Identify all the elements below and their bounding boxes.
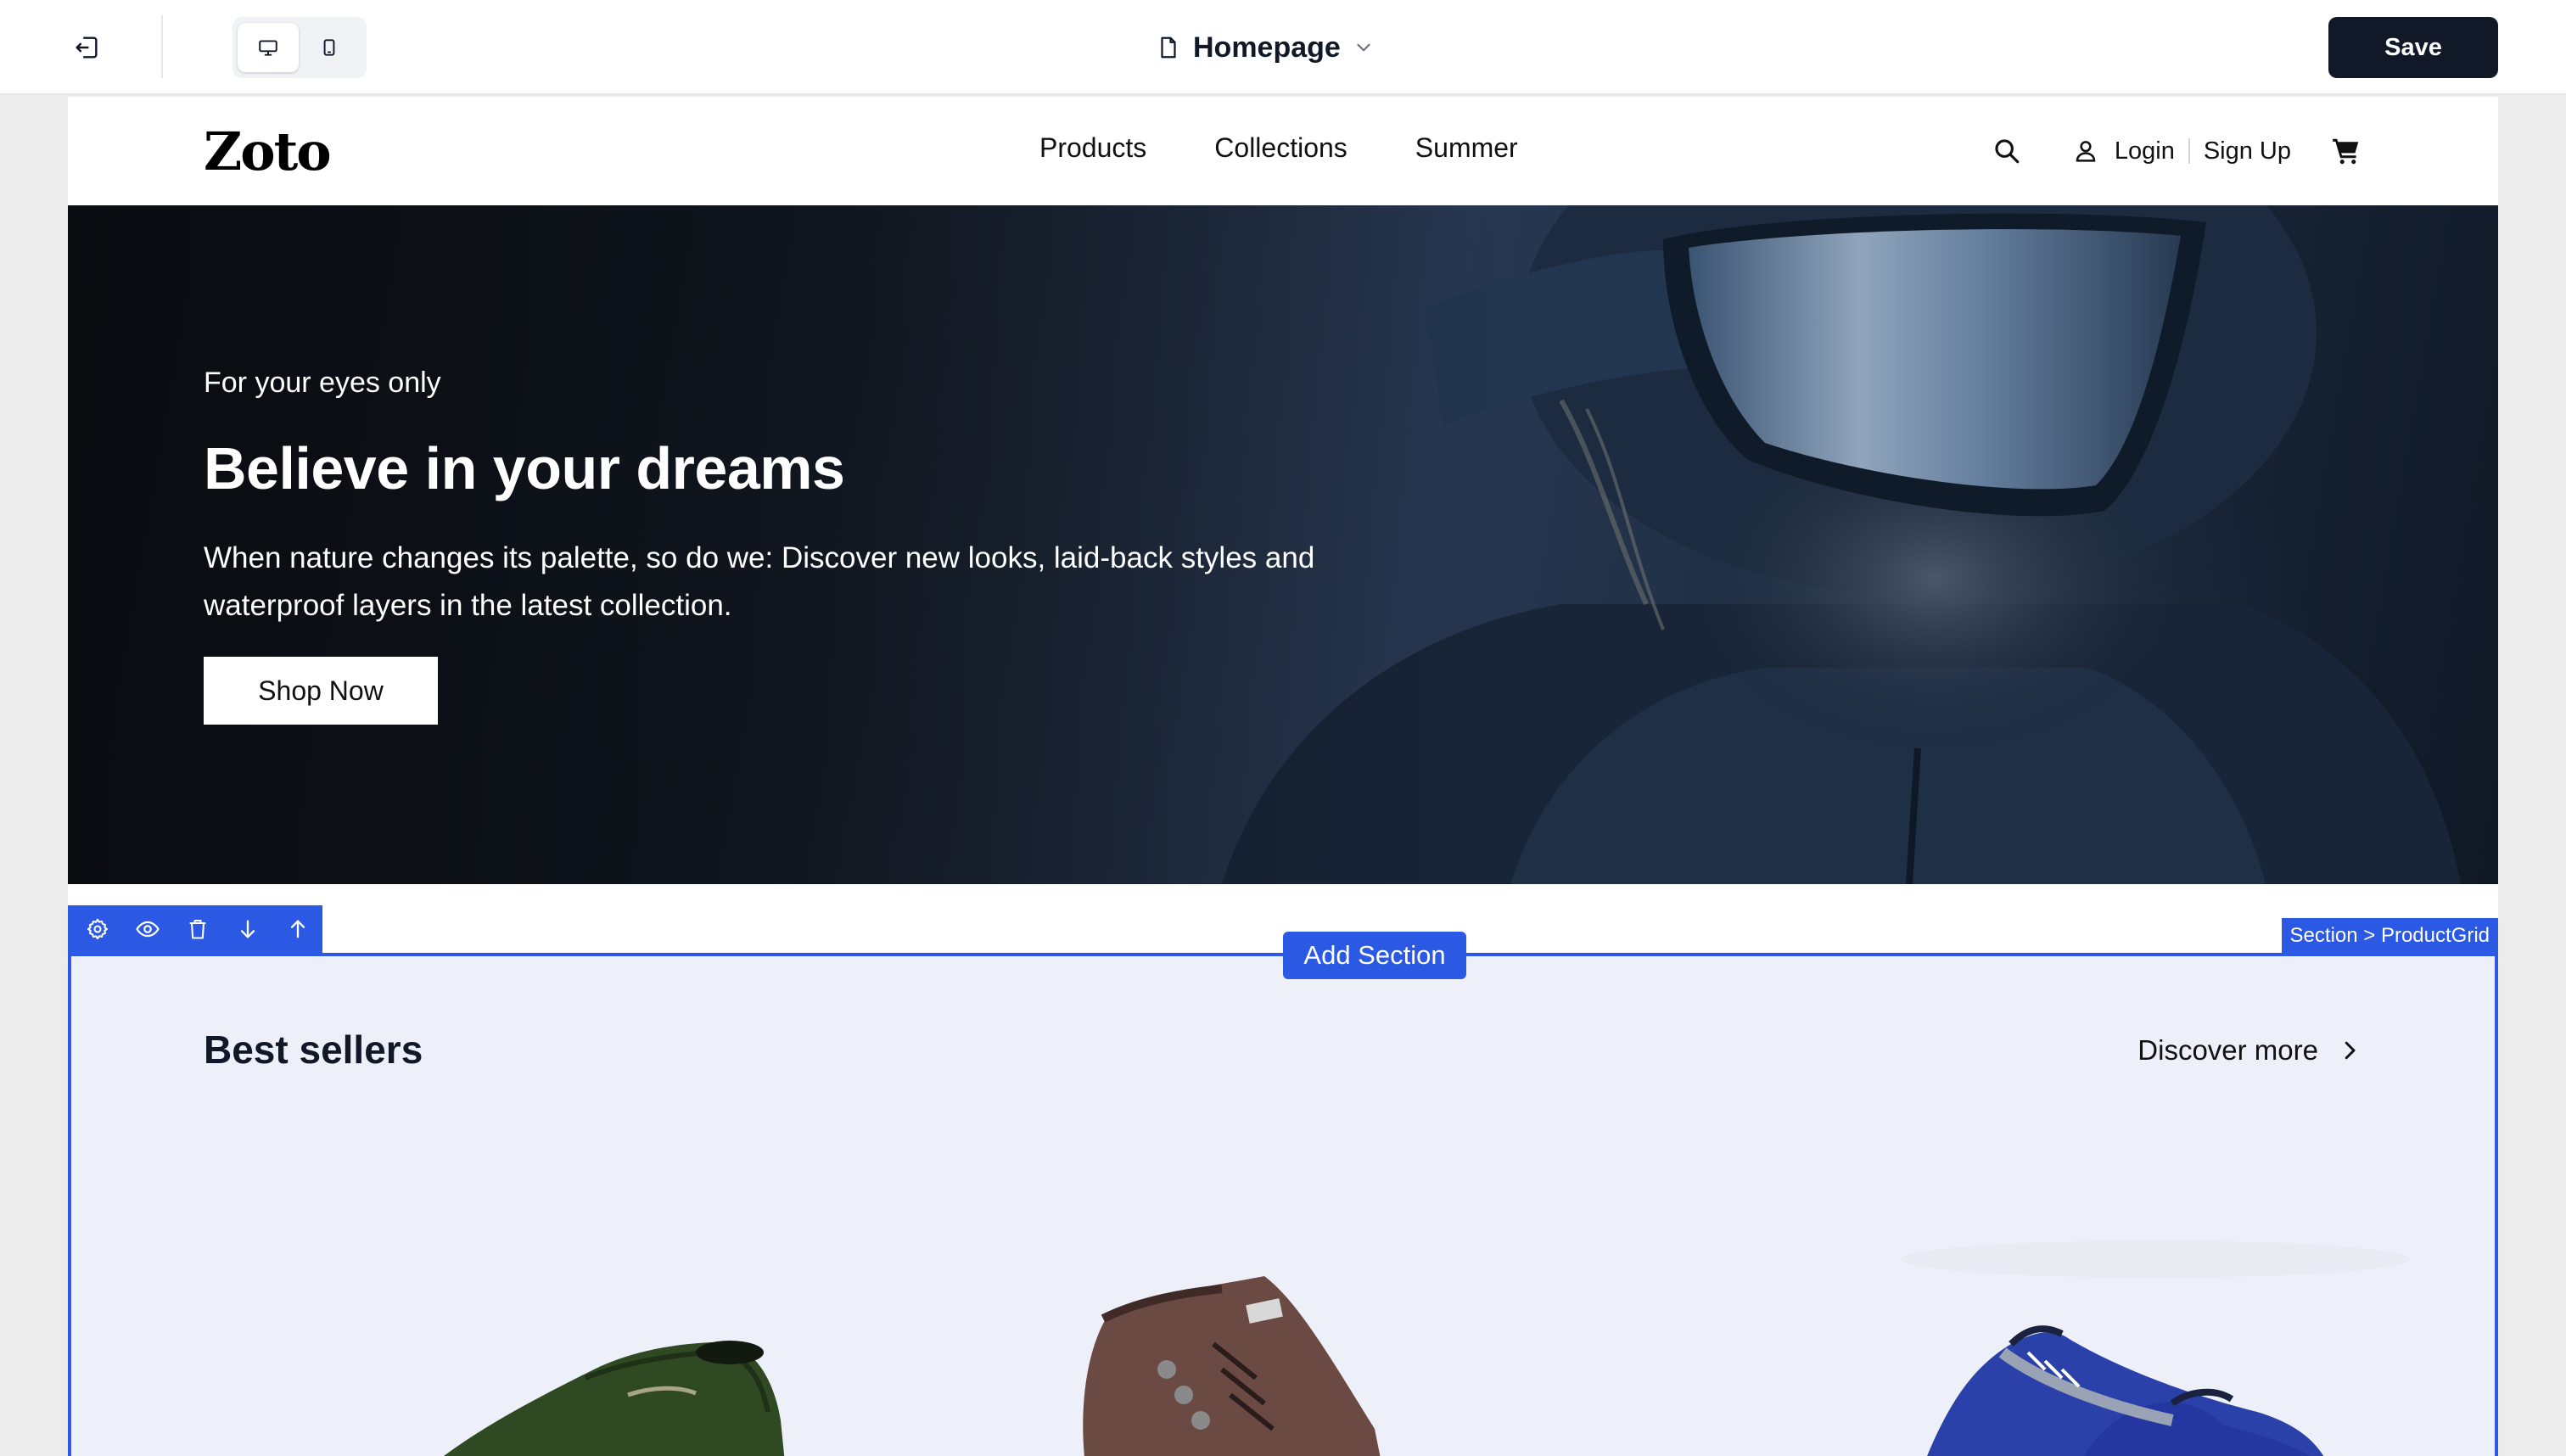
arrow-down-icon — [240, 920, 255, 938]
section-move-up-button[interactable] — [272, 905, 322, 953]
mobile-view-button[interactable] — [299, 23, 360, 72]
hero-description: When nature changes its palette, so do w… — [204, 541, 1315, 622]
file-icon — [1161, 36, 1176, 59]
user-icon — [2076, 141, 2096, 162]
mobile-icon — [323, 39, 335, 56]
trash-icon — [189, 920, 206, 939]
desktop-icon — [259, 40, 277, 56]
section-title: Best sellers — [204, 1028, 423, 1072]
section-delete-button[interactable] — [173, 905, 223, 953]
product-image-brown-boot[interactable] — [1010, 1268, 1451, 1456]
signup-link[interactable]: Sign Up — [2204, 137, 2291, 165]
section-toolbar — [68, 905, 322, 953]
search-icon — [1995, 139, 2020, 164]
hero-title: Believe in your dreams — [204, 435, 845, 501]
page-selector[interactable]: Homepage — [1156, 24, 1375, 71]
nav-products[interactable]: Products — [1039, 132, 1146, 164]
nav-summer[interactable]: Summer — [1415, 132, 1518, 164]
add-section-button[interactable]: Add Section — [1283, 932, 1466, 979]
section-settings-button[interactable] — [73, 905, 123, 953]
page-name: Homepage — [1193, 31, 1341, 64]
search-button[interactable] — [1992, 137, 2021, 165]
exit-editor-button[interactable] — [64, 25, 109, 70]
eye-icon — [136, 921, 160, 938]
desktop-view-button[interactable] — [238, 23, 299, 72]
site-logo[interactable]: Zoto — [204, 120, 332, 182]
shop-now-button[interactable]: Shop Now — [204, 657, 438, 725]
section-breadcrumb-label: Section > ProductGrid — [2281, 918, 2498, 954]
cart-icon — [2333, 138, 2359, 165]
page-canvas: Zoto Products Collections Summer Login S… — [68, 97, 2498, 1456]
header-actions: Login Sign Up — [1992, 127, 2362, 175]
section-visibility-button[interactable] — [123, 905, 173, 953]
cart-button[interactable] — [2330, 135, 2362, 167]
main-nav: Products Collections Summer — [1039, 132, 1518, 164]
discover-more-label: Discover more — [2137, 1034, 2318, 1066]
discover-more-link[interactable]: Discover more — [2137, 1028, 2362, 1072]
device-toggle — [233, 17, 367, 78]
nav-collections[interactable]: Collections — [1214, 132, 1347, 164]
toolbar-divider — [161, 15, 163, 78]
site-header: Zoto Products Collections Summer Login S… — [68, 97, 2498, 205]
product-image-green-shoe[interactable] — [373, 1302, 899, 1456]
chevron-down-icon — [1357, 43, 1370, 52]
settings-icon — [87, 918, 109, 940]
save-button[interactable]: Save — [2328, 17, 2498, 78]
account-button[interactable] — [2072, 137, 2099, 165]
arrow-up-icon — [290, 920, 305, 938]
editor-toolbar: Homepage Save — [0, 0, 2566, 95]
exit-icon — [76, 36, 98, 59]
section-move-down-button[interactable] — [222, 905, 272, 953]
chevron-right-icon — [2345, 1041, 2356, 1060]
login-link[interactable]: Login — [2115, 137, 2175, 165]
product-image-blue-shoe[interactable] — [1816, 1225, 2410, 1456]
auth-divider — [2188, 138, 2190, 164]
hero-banner: For your eyes only Believe in your dream… — [68, 205, 2498, 884]
hero-eyebrow: For your eyes only — [204, 367, 441, 399]
